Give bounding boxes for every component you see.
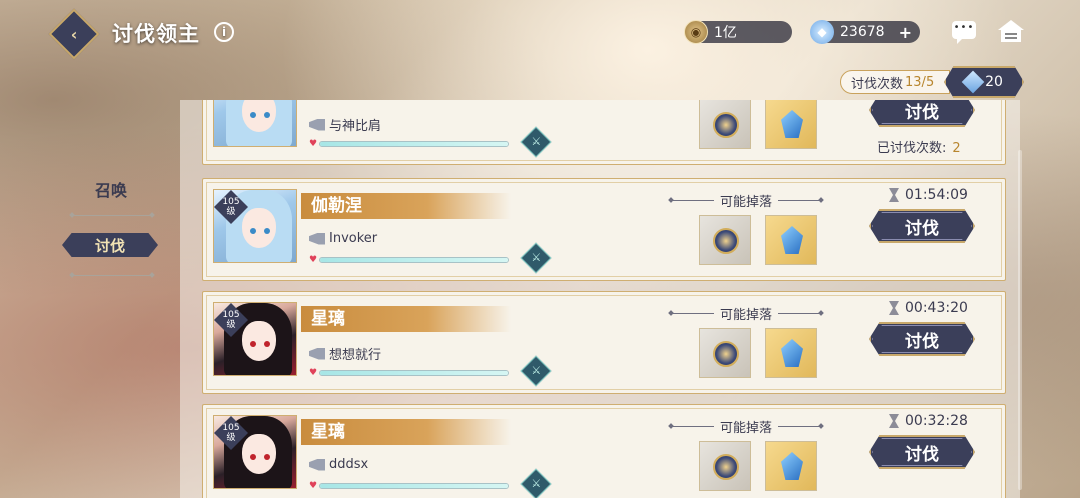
crystal-currency: ◆ 23678 +	[810, 20, 920, 44]
raid-button[interactable]: 讨伐	[869, 209, 975, 243]
drop-item-medal[interactable]	[699, 441, 751, 491]
page-title: 讨伐领主	[112, 22, 200, 46]
raid-button[interactable]: 讨伐	[869, 435, 975, 469]
owner-name: 想想就行	[329, 348, 382, 363]
list-item: 与神比肩 ♥ ⚔ 讨伐 已讨伐次数: 2	[202, 100, 1006, 165]
attempts-count: 13/5	[905, 74, 935, 90]
list-item: 105 级 星璃 dddsx ♥ ⚔ 可能掉落 00:32:28 讨伐	[202, 404, 1006, 498]
buff-icon[interactable]: ⚔	[520, 355, 552, 387]
heart-icon: ♥	[309, 255, 318, 265]
list-item: 105 级 星璃 想想就行 ♥ ⚔ 可能掉落 00:43:20 讨伐	[202, 291, 1006, 394]
hp-bar	[319, 257, 509, 263]
info-icon[interactable]: i	[214, 22, 234, 42]
top-bar: ‹ 讨伐领主 i ◉ 1亿 ◆ 23678 + •••	[0, 0, 1080, 64]
raid-attempts: 讨伐次数 13/5	[840, 70, 950, 94]
drop-label: 可能掉落	[669, 417, 824, 436]
hp-bar	[319, 141, 509, 147]
timer-text: 00:43:20	[905, 300, 968, 316]
boss-list[interactable]: 与神比肩 ♥ ⚔ 讨伐 已讨伐次数: 2 105 级 伽勒涅 Invoker ♥ ⚔…	[180, 100, 1020, 498]
boss-name: 伽勒涅	[301, 193, 511, 219]
crystal-icon: ◆	[810, 20, 834, 44]
drop-item-medal[interactable]	[699, 215, 751, 265]
timer: 01:54:09	[889, 187, 968, 203]
buff-icon[interactable]: ⚔	[520, 126, 552, 158]
horn-icon	[309, 347, 325, 360]
hp-bar	[319, 370, 509, 376]
buff-icon[interactable]: ⚔	[520, 242, 552, 274]
boss-portrait: 105 级	[213, 415, 297, 489]
boss-name: 星璃	[301, 419, 511, 445]
back-arrow-icon: ‹	[70, 24, 78, 44]
scrollbar[interactable]	[1018, 150, 1022, 490]
home-icon[interactable]	[998, 20, 1024, 42]
done-value: 2	[952, 141, 961, 156]
boss-portrait: 105 级	[213, 189, 297, 263]
hp-bar	[319, 483, 509, 489]
hourglass-icon	[889, 414, 899, 428]
divider	[72, 215, 152, 216]
gold-currency: ◉ 1亿	[684, 20, 792, 44]
coin-icon: ◉	[684, 20, 708, 44]
boss-portrait: 105 级	[213, 302, 297, 376]
owner-row: 想想就行	[309, 344, 381, 363]
owner-row: 与神比肩	[309, 115, 381, 134]
heart-icon: ♥	[309, 481, 318, 491]
done-label: 已讨伐次数:	[877, 141, 947, 156]
buff-icon[interactable]: ⚔	[520, 468, 552, 498]
ticket-gem-icon	[961, 70, 985, 94]
add-crystal-button[interactable]: +	[899, 23, 912, 42]
drop-item-amulet[interactable]	[765, 328, 817, 378]
hourglass-icon	[889, 301, 899, 315]
owner-name: 与神比肩	[329, 119, 382, 134]
owner-name: Invoker	[329, 231, 378, 246]
back-button[interactable]: ‹	[48, 8, 100, 60]
raid-tickets[interactable]: 20	[944, 66, 1024, 98]
timer: 00:43:20	[889, 300, 968, 316]
owner-name: dddsx	[329, 457, 369, 472]
horn-icon	[309, 232, 325, 245]
drop-item-medal[interactable]	[699, 100, 751, 149]
timer-text: 01:54:09	[905, 187, 968, 203]
crystal-amount: 23678	[840, 24, 885, 40]
drop-item-medal[interactable]	[699, 328, 751, 378]
drop-label: 可能掉落	[669, 304, 824, 323]
ticket-count: 20	[985, 74, 1003, 90]
horn-icon	[309, 118, 325, 131]
sidebar-item-summon[interactable]: 召唤	[95, 177, 127, 201]
raid-done-count: 已讨伐次数: 2	[877, 137, 961, 156]
raid-button[interactable]: 讨伐	[869, 322, 975, 356]
owner-row: dddsx	[309, 457, 368, 472]
heart-icon: ♥	[309, 368, 318, 378]
divider	[72, 275, 152, 276]
owner-row: Invoker	[309, 231, 377, 246]
drop-item-amulet[interactable]	[765, 100, 817, 149]
drop-label: 可能掉落	[669, 191, 824, 210]
drop-item-amulet[interactable]	[765, 441, 817, 491]
timer: 00:32:28	[889, 413, 968, 429]
boss-name: 星璃	[301, 306, 511, 332]
horn-icon	[309, 458, 325, 471]
hourglass-icon	[889, 188, 899, 202]
raid-button[interactable]: 讨伐	[869, 100, 975, 127]
drop-item-amulet[interactable]	[765, 215, 817, 265]
sidebar: 召唤 讨伐	[0, 100, 180, 498]
timer-text: 00:32:28	[905, 413, 968, 429]
boss-portrait	[213, 100, 297, 147]
attempts-label: 讨伐次数	[851, 76, 904, 92]
gold-amount: 1亿	[714, 25, 737, 41]
list-item: 105 级 伽勒涅 Invoker ♥ ⚔ 可能掉落 01:54:09 讨伐	[202, 178, 1006, 281]
chat-icon[interactable]: •••	[952, 21, 976, 44]
sidebar-item-raid[interactable]: 讨伐	[62, 233, 158, 257]
heart-icon: ♥	[309, 139, 318, 149]
